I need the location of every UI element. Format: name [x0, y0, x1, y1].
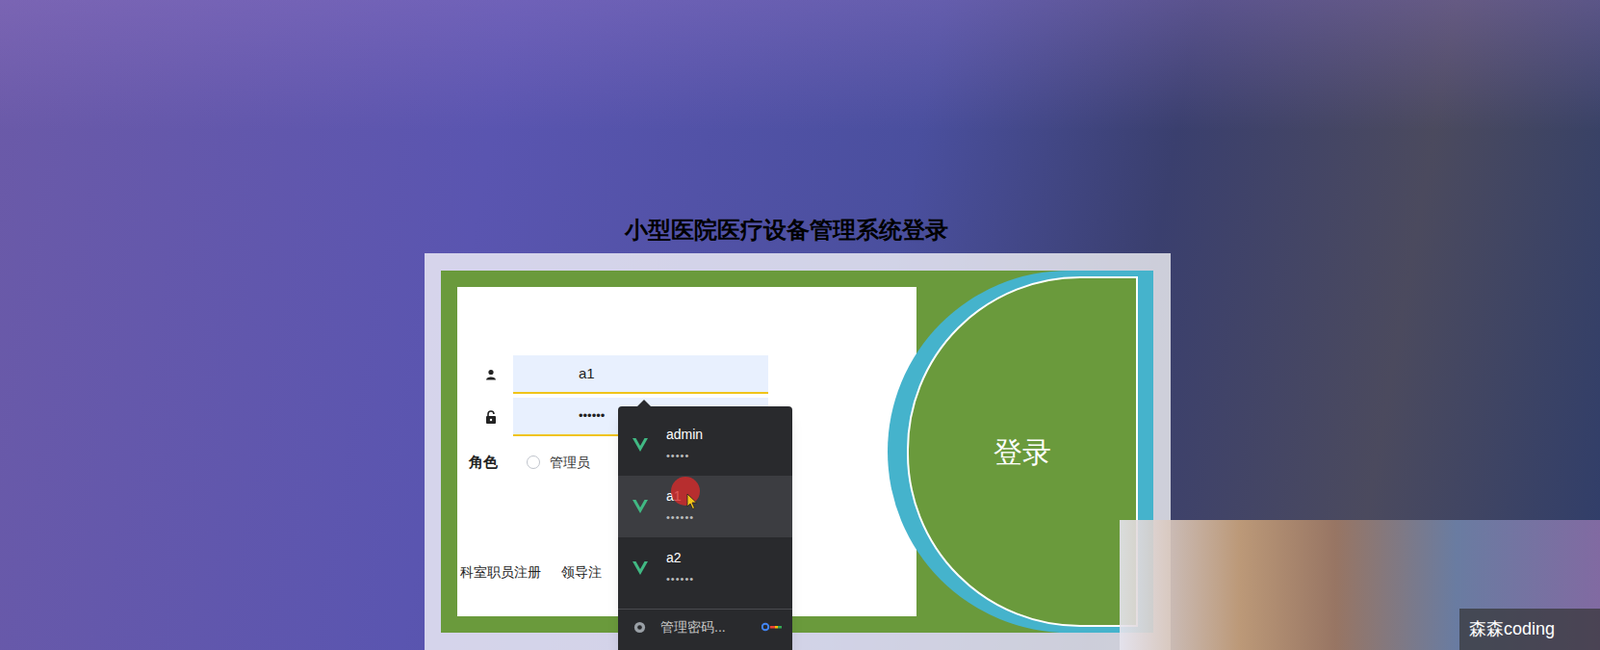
autofill-username: a2: [666, 546, 695, 568]
autofill-username: admin: [666, 423, 703, 445]
label-text: 登录: [993, 430, 1052, 474]
autofill-password: •••••: [666, 444, 703, 466]
cursor-highlight: [670, 476, 700, 506]
autofill-password: ••••••: [666, 506, 695, 528]
autofill-item[interactable]: a2••••••: [618, 537, 793, 599]
radio-circle[interactable]: [526, 455, 541, 469]
gear-icon: [633, 620, 646, 634]
autofill-item[interactable]: admin•••••: [618, 413, 793, 476]
login-panel: a1 •••••• 角色 管理员 科室职员注册领导注: [424, 253, 1171, 650]
role-label-text: 管理员: [549, 452, 591, 473]
autofill-item[interactable]: a1••••••: [618, 475, 793, 538]
lock-icon: [485, 410, 497, 424]
key-icon: [761, 621, 783, 632]
register-link[interactable]: 科室职员注册: [460, 562, 542, 583]
role-radio[interactable]: 管理员: [526, 452, 591, 473]
watermark: 森森coding: [1459, 608, 1600, 650]
cursor-icon: [686, 492, 698, 511]
vue-logo-icon: [631, 559, 649, 577]
vue-logo-icon: [631, 436, 649, 454]
label-text: a1: [578, 362, 595, 386]
label-text: 管理密码...: [660, 617, 726, 638]
vue-logo-icon: [631, 497, 649, 516]
login-frame: a1 •••••• 角色 管理员 科室职员注册领导注: [440, 270, 1154, 633]
autofill-password: ••••••: [666, 567, 695, 590]
login-button[interactable]: 登录: [906, 276, 1138, 627]
role-label: 角色: [468, 451, 498, 474]
user-icon: [485, 368, 497, 381]
manage-passwords[interactable]: 管理密码...: [618, 609, 793, 645]
login-screen: 小型医院医疗设备管理系统登录 a1 ••••••: [0, 0, 1600, 650]
autofill-dropdown: admin•••••a1••••••a2•••••• 管理密码...: [618, 406, 793, 650]
username-field[interactable]: a1: [513, 355, 769, 394]
label-text: 森森coding: [1469, 616, 1555, 643]
register-link[interactable]: 领导注: [561, 562, 602, 583]
page-title: 小型医院医疗设备管理系统登录: [624, 215, 1171, 245]
label-text: ••••••: [578, 406, 605, 426]
login-button-ring: 登录: [887, 270, 1154, 633]
